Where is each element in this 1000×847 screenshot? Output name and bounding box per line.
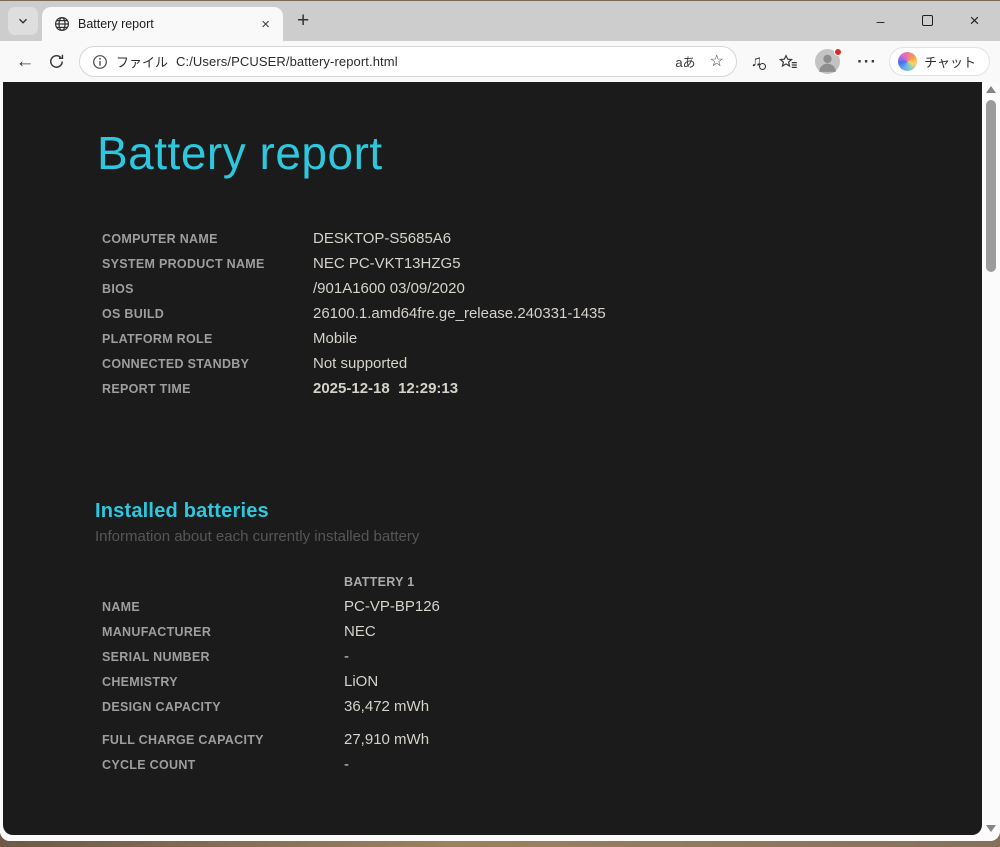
tab-close-button[interactable]: × — [258, 17, 273, 32]
row-value: 2025-12-18 12:29:13 — [313, 380, 459, 397]
url-scheme-label: ファイル — [116, 55, 169, 70]
row-value: NEC PC-VKT13HZG5 — [313, 255, 461, 272]
row-label: BIOS — [102, 281, 134, 296]
section-heading: Installed batteries — [95, 500, 269, 522]
table-row: FULL CHARGE CAPACITY 27,910 mWh — [102, 727, 982, 752]
battery-column-header: BATTERY 1 — [344, 574, 415, 589]
scrollbar-track[interactable] — [982, 96, 999, 822]
row-label: DESIGN CAPACITY — [102, 699, 221, 714]
toolbar-icons: ♫ ··· — [751, 48, 877, 74]
minimize-button[interactable]: – — [857, 13, 904, 29]
new-tab-button[interactable]: + — [297, 10, 309, 31]
row-label: CYCLE COUNT — [102, 757, 196, 772]
media-circle-badge — [759, 63, 767, 70]
row-value: NEC — [344, 623, 376, 640]
row-label: CHEMISTRY — [102, 674, 178, 689]
maximize-icon — [922, 15, 933, 26]
row-value: 26100.1.amd64fre.ge_release.240331-1435 — [313, 305, 606, 322]
browser-window: Battery report × + – × ← ファイル C:/Users/P… — [0, 0, 1000, 841]
close-button[interactable]: × — [951, 11, 998, 31]
refresh-button[interactable] — [48, 53, 65, 70]
scroll-up-arrow-icon[interactable] — [985, 86, 996, 93]
row-value: Not supported — [313, 355, 408, 372]
translate-icon[interactable]: aあ — [675, 52, 695, 71]
system-info-table: COMPUTER NAME DESKTOP-S5685A6 SYSTEM PRO… — [102, 226, 982, 401]
address-bar-actions: aあ ☆ — [675, 52, 724, 71]
scroll-down-arrow-icon[interactable] — [985, 825, 996, 832]
scrollbar-thumb[interactable] — [985, 100, 996, 272]
table-row: CONNECTED STANDBY Not supported — [102, 351, 982, 376]
row-value: 36,472 mWh — [344, 698, 430, 715]
table-row: BIOS /901A1600 03/09/2020 — [102, 276, 982, 301]
favorite-star-icon[interactable]: ☆ — [710, 53, 724, 70]
table-row: CYCLE COUNT - — [102, 752, 982, 777]
back-button[interactable]: ← — [12, 51, 38, 73]
row-value: - — [344, 648, 349, 665]
table-row: CHEMISTRY LiON — [102, 669, 982, 694]
titlebar: Battery report × + – × — [0, 1, 1000, 41]
tab-search-button[interactable] — [8, 7, 38, 35]
row-value: LiON — [344, 673, 379, 690]
media-controls-icon[interactable]: ♫ — [751, 53, 767, 70]
copilot-chat-button[interactable]: チャット — [889, 47, 990, 76]
table-row: SYSTEM PRODUCT NAME NEC PC-VKT13HZG5 — [102, 251, 982, 276]
copilot-label: チャット — [924, 55, 976, 70]
content-area: Battery report COMPUTER NAME DESKTOP-S56… — [0, 82, 1000, 841]
page-title: Battery report — [97, 127, 383, 179]
row-value: PC-VP-BP126 — [344, 598, 440, 615]
favorites-star-list-icon — [779, 53, 797, 68]
row-value: - — [344, 756, 349, 773]
row-label: PLATFORM ROLE — [102, 331, 213, 346]
refresh-icon — [50, 54, 64, 68]
globe-icon — [54, 16, 70, 32]
address-bar[interactable]: ファイル C:/Users/PCUSER/battery-report.html… — [79, 46, 737, 77]
window-controls: – × — [857, 1, 1000, 41]
settings-menu-button[interactable]: ··· — [857, 52, 877, 72]
row-label: FULL CHARGE CAPACITY — [102, 732, 264, 747]
battery-report-page: Battery report COMPUTER NAME DESKTOP-S56… — [3, 82, 982, 835]
table-row: REPORT TIME 2025-12-18 12:29:13 — [102, 376, 982, 401]
battery-info-table: BATTERY 1 NAME PC-VP-BP126 MANUFACTURER … — [102, 569, 982, 777]
scrollbar[interactable] — [982, 82, 999, 835]
row-label: COMPUTER NAME — [102, 231, 218, 246]
row-value: Mobile — [313, 330, 358, 347]
table-row: COMPUTER NAME DESKTOP-S5685A6 — [102, 226, 982, 251]
row-value: 27,910 mWh — [344, 731, 430, 748]
row-value: DESKTOP-S5685A6 — [313, 230, 452, 247]
notification-dot — [834, 48, 843, 56]
row-label: REPORT TIME — [102, 381, 191, 396]
section-subtitle: Information about each currently install… — [95, 528, 420, 545]
copilot-icon — [898, 52, 918, 71]
installed-batteries-section: Installed batteries Information about ea… — [95, 500, 982, 545]
chevron-down-icon — [18, 18, 28, 24]
table-row: DESIGN CAPACITY 36,472 mWh — [102, 694, 982, 719]
row-label: MANUFACTURER — [102, 624, 212, 639]
table-header-row: BATTERY 1 — [102, 569, 982, 594]
favorites-hub-button[interactable] — [779, 53, 798, 70]
row-label: SERIAL NUMBER — [102, 649, 210, 664]
row-label: CONNECTED STANDBY — [102, 356, 250, 371]
row-label: NAME — [102, 599, 141, 614]
maximize-button[interactable] — [904, 13, 951, 29]
row-label: SYSTEM PRODUCT NAME — [102, 256, 265, 271]
tab-title: Battery report — [78, 17, 154, 31]
table-row: SERIAL NUMBER - — [102, 644, 982, 669]
table-row: NAME PC-VP-BP126 — [102, 594, 982, 619]
row-label: OS BUILD — [102, 306, 165, 321]
url-text[interactable]: C:/Users/PCUSER/battery-report.html — [176, 54, 398, 69]
toolbar: ← ファイル C:/Users/PCUSER/battery-report.ht… — [0, 41, 1000, 82]
info-icon[interactable] — [92, 54, 108, 70]
row-value: /901A1600 03/09/2020 — [313, 280, 465, 297]
table-row: OS BUILD 26100.1.amd64fre.ge_release.240… — [102, 301, 982, 326]
profile-avatar[interactable] — [815, 48, 843, 74]
table-row: PLATFORM ROLE Mobile — [102, 326, 982, 351]
tab-battery-report[interactable]: Battery report × — [42, 7, 283, 41]
table-row: MANUFACTURER NEC — [102, 619, 982, 644]
